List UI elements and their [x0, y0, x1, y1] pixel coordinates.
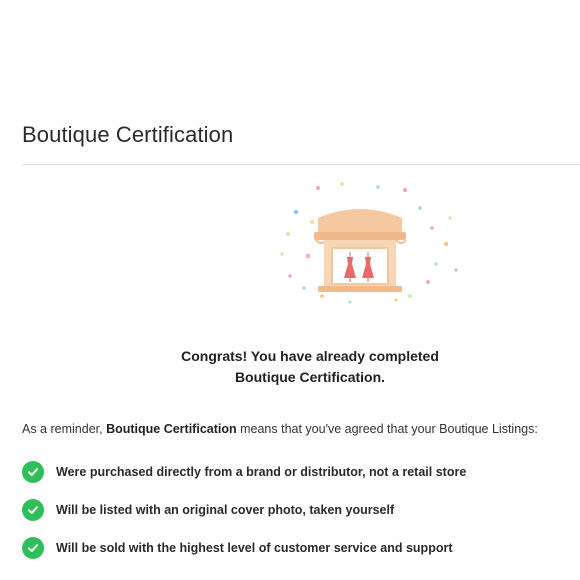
reminder-prefix: As a reminder,: [22, 422, 107, 436]
page-title: Boutique Certification: [22, 122, 234, 147]
requirement-text: Were purchased directly from a brand or …: [56, 465, 467, 479]
check-circle-icon: [22, 537, 44, 559]
requirement-text: Will be sold with the highest level of c…: [56, 541, 453, 555]
list-item: Will be sold with the highest level of c…: [22, 536, 466, 560]
congrats-line-1: Congrats! You have already completed: [181, 348, 439, 364]
reminder-suffix: means that you've agreed that your Bouti…: [236, 422, 538, 436]
certification-page: Boutique Certification Congrats! You hav…: [0, 0, 580, 580]
congrats-line-2: Boutique Certification.: [234, 369, 386, 385]
check-circle-icon: [22, 499, 44, 521]
list-item: Were purchased directly from a brand or …: [22, 460, 466, 484]
requirements-list: Were purchased directly from a brand or …: [22, 460, 466, 574]
reminder-text: As a reminder, Boutique Certification me…: [22, 422, 538, 436]
requirement-text: Will be listed with an original cover ph…: [56, 503, 395, 517]
boutique-storefront-illustration: [280, 182, 458, 304]
congrats-message: Congrats! You have already completed Bou…: [160, 346, 460, 388]
reminder-emphasis: Boutique Certification: [106, 422, 237, 436]
check-circle-icon: [22, 461, 44, 483]
title-divider: [22, 164, 580, 165]
list-item: Will be listed with an original cover ph…: [22, 498, 466, 522]
